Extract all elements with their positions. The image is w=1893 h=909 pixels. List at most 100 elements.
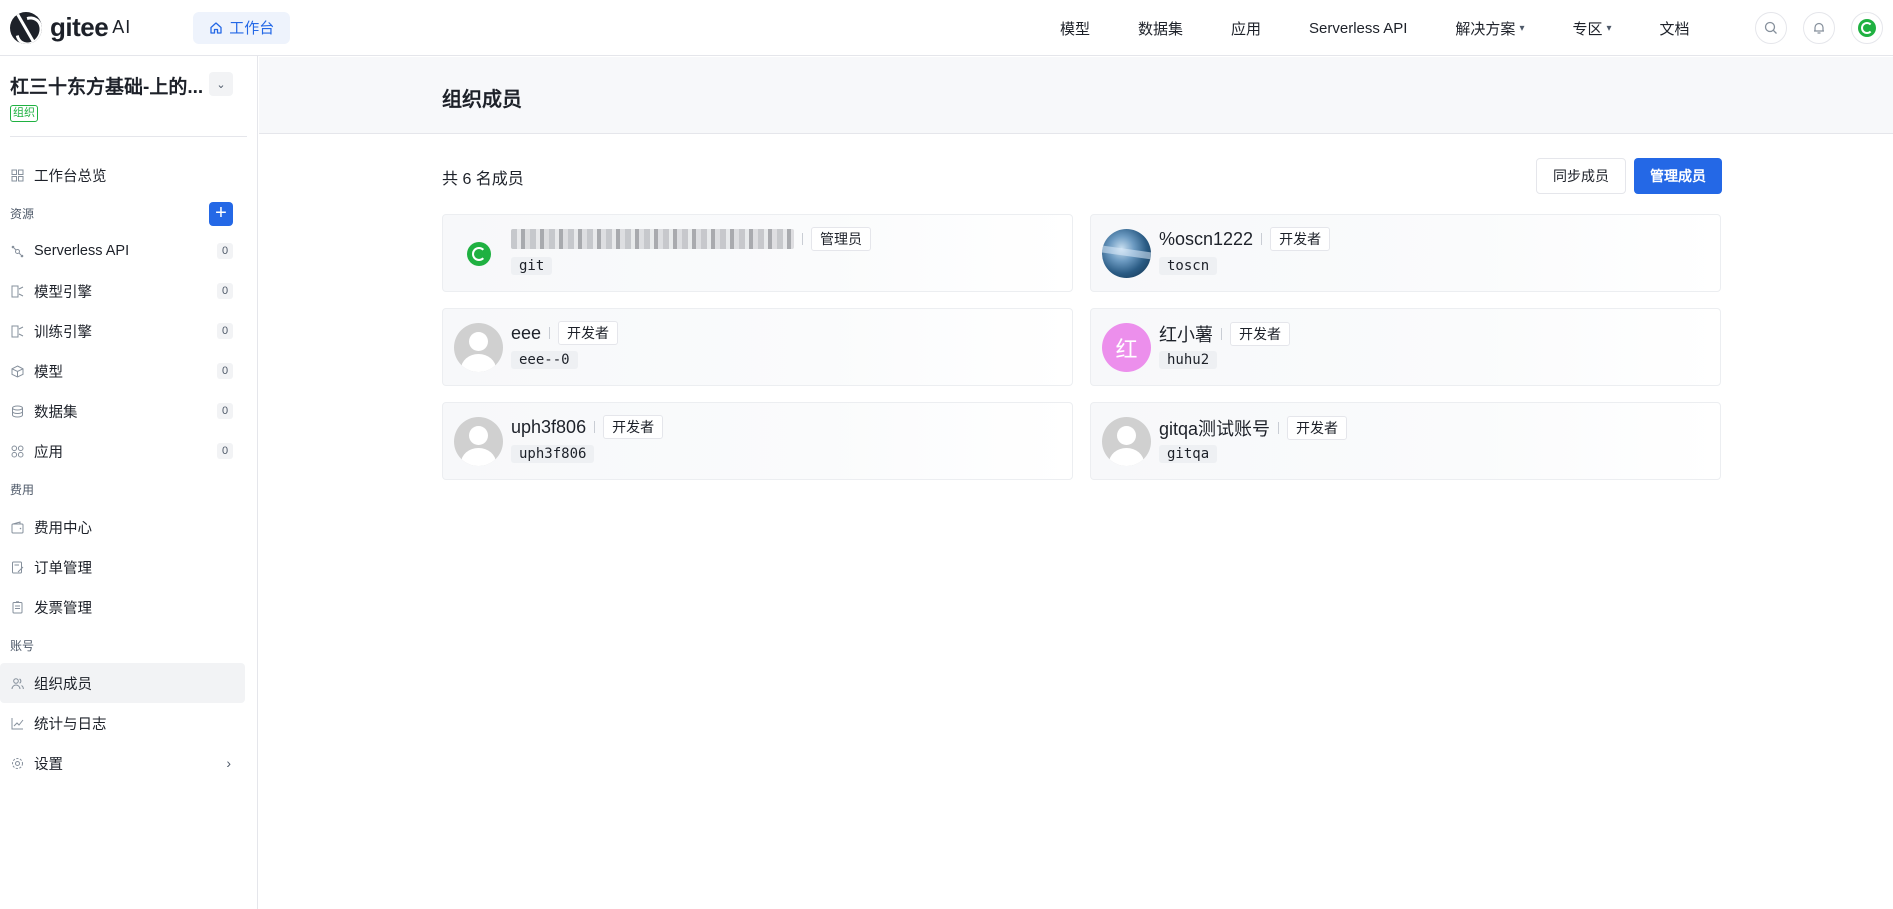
role-badge: 管理员	[811, 227, 871, 251]
gitee-g-icon	[466, 241, 491, 266]
group-account: 账号	[0, 627, 257, 663]
bell-icon[interactable]	[1803, 12, 1835, 44]
workbench-button[interactable]: 工作台	[193, 11, 291, 44]
sidebar-item-label: 训练引擎	[34, 324, 92, 341]
role-badge: 开发者	[1230, 322, 1290, 346]
sidebar-item-label: 发票管理	[34, 600, 92, 617]
divider	[594, 421, 596, 433]
nav-label: 模型	[1060, 20, 1091, 38]
sidebar-item-billing-center[interactable]: 费用中心	[0, 507, 257, 547]
nav-label: 专区	[1572, 20, 1603, 38]
database-icon	[10, 404, 24, 418]
divider	[1221, 328, 1222, 340]
org-badge: 组织	[10, 105, 38, 122]
sidebar-item-serverless-api[interactable]: Serverless API 0	[0, 231, 257, 271]
member-card[interactable]: 红 红小薯 开发者 huhu2	[1090, 308, 1721, 386]
top-bar: gitee AI 工作台 模型 数据集 应用 Serverless API 解决…	[0, 0, 1893, 56]
count-badge: 0	[217, 243, 233, 259]
member-card[interactable]: uph3f806 开发者 uph3f806	[442, 402, 1073, 480]
users-icon	[10, 676, 24, 690]
count-badge: 0	[217, 283, 233, 299]
member-card[interactable]: gitqa测试账号 开发者 gitqa	[1090, 402, 1721, 480]
sidebar-item-datasets[interactable]: 数据集 0	[0, 391, 257, 431]
member-name: uph3f806	[511, 416, 587, 437]
sidebar-item-orders[interactable]: 订单管理	[0, 547, 257, 587]
chevron-right-icon: ›	[226, 755, 231, 771]
cube-icon	[10, 364, 24, 378]
sidebar-item-label: 工作台总览	[34, 168, 107, 185]
chart-icon	[10, 716, 24, 730]
divider	[802, 233, 803, 245]
sidebar-item-label: 组织成员	[34, 676, 92, 693]
sidebar-item-stats-logs[interactable]: 统计与日志	[0, 703, 257, 743]
avatar	[1102, 229, 1151, 278]
member-name-row: %oscn1222 开发者	[1159, 227, 1331, 251]
divider	[1261, 233, 1263, 245]
member-name: %oscn1222	[1159, 228, 1254, 249]
sidebar-item-label: Serverless API	[34, 243, 130, 259]
avatar	[454, 417, 503, 466]
member-username: git	[511, 257, 553, 275]
user-avatar[interactable]	[1851, 12, 1883, 44]
member-card[interactable]: eee 开发者 eee--0	[442, 308, 1073, 386]
nav-label: 应用	[1231, 20, 1262, 38]
member-username: huhu2	[1159, 351, 1218, 369]
nav-docs[interactable]: 文档	[1660, 18, 1690, 39]
blurred-name	[511, 229, 794, 249]
member-name-row: eee 开发者	[511, 321, 619, 345]
avatar	[1102, 417, 1151, 466]
user-avatar-icon	[1858, 19, 1876, 37]
sidebar-item-overview[interactable]: 工作台总览	[0, 155, 257, 195]
member-name: gitqa测试账号	[1159, 419, 1271, 439]
manage-members-button[interactable]: 管理成员	[1634, 158, 1722, 194]
nav-apps[interactable]: 应用	[1231, 18, 1261, 39]
sidebar-item-models[interactable]: 模型 0	[0, 351, 257, 391]
member-username: gitqa	[1159, 445, 1218, 463]
count-badge: 0	[217, 363, 233, 379]
gitee-ai-logo[interactable]: gitee AI	[10, 0, 131, 56]
chevron-down-icon[interactable]: ⌄	[209, 72, 233, 96]
count-badge: 0	[217, 403, 233, 419]
sidebar-item-settings[interactable]: 设置 ›	[0, 743, 257, 783]
org-switcher[interactable]: 杠三十东方基础-上的... ⌄ 组织	[0, 56, 257, 136]
sidebar-item-label: 应用	[34, 444, 63, 461]
role-badge: 开发者	[1270, 227, 1331, 251]
sidebar-item-training-engine[interactable]: 训练引擎 0	[0, 311, 257, 351]
nav-models[interactable]: 模型	[1060, 18, 1090, 39]
sync-members-button[interactable]: 同步成员	[1536, 158, 1626, 194]
group-label: 费用	[10, 482, 35, 497]
avatar	[454, 323, 503, 372]
group-label: 账号	[10, 638, 35, 653]
order-icon	[10, 560, 24, 574]
logo-suffix: AI	[112, 17, 132, 37]
engine-icon	[10, 324, 24, 338]
nav-label: 文档	[1659, 20, 1690, 38]
sidebar-item-label: 设置	[34, 756, 63, 773]
member-name-row: uph3f806 开发者	[511, 415, 664, 439]
page-title: 组织成员	[442, 89, 522, 111]
chevron-down-icon: ▾	[1519, 22, 1525, 34]
invoice-icon	[10, 600, 24, 614]
sidebar-item-invoices[interactable]: 发票管理	[0, 587, 257, 627]
member-name-row: 管理员	[511, 227, 871, 251]
member-count: 共 6 名成员	[442, 171, 524, 188]
nav-label: 数据集	[1138, 20, 1184, 38]
grid-icon	[10, 168, 24, 182]
sidebar-item-apps[interactable]: 应用 0	[0, 431, 257, 471]
nav-datasets[interactable]: 数据集	[1138, 18, 1183, 39]
sidebar-item-model-engine[interactable]: 模型引擎 0	[0, 271, 257, 311]
member-card[interactable]: %oscn1222 开发者 toscn	[1090, 214, 1721, 292]
sidebar-item-org-members[interactable]: 组织成员	[0, 663, 245, 703]
search-icon[interactable]	[1755, 12, 1787, 44]
member-name: eee	[511, 322, 542, 343]
member-name-row: gitqa测试账号 开发者	[1159, 415, 1348, 441]
add-resource-button[interactable]: +	[209, 202, 233, 226]
nav-label: 解决方案	[1455, 20, 1516, 38]
member-card[interactable]: 管理员 git	[442, 214, 1073, 292]
nav-serverless-api[interactable]: Serverless API	[1309, 20, 1407, 37]
engine-icon	[10, 284, 24, 298]
nav-zones[interactable]: 专区 ▾	[1572, 18, 1611, 39]
count-badge: 0	[217, 443, 233, 459]
logo-text: gitee	[50, 12, 109, 42]
nav-solutions[interactable]: 解决方案 ▾	[1455, 18, 1524, 39]
